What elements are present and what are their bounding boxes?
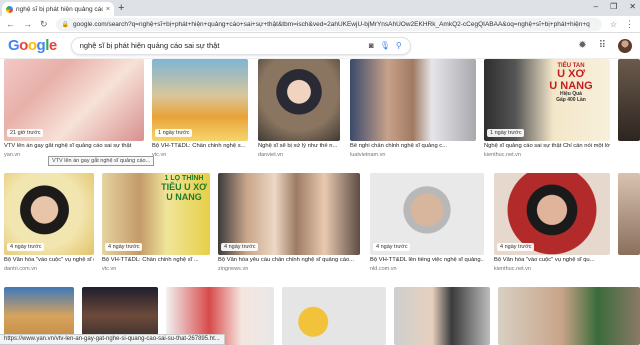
promo-text: 1 LỌ THÌNH TIÊU U XƠ U NANG: [161, 175, 207, 202]
reload-icon[interactable]: ↻: [40, 19, 48, 30]
back-icon[interactable]: ←: [6, 19, 15, 29]
result-source[interactable]: zingnews.vn: [218, 266, 248, 272]
result-caption[interactable]: Nghệ sĩ quảng cáo sai sự thật Chỉ cần nó…: [484, 143, 610, 149]
result-thumbnail[interactable]: [350, 59, 476, 141]
lock-icon[interactable]: 🔒: [62, 21, 69, 28]
apps-grid-icon[interactable]: ⠿: [599, 40, 606, 51]
result-thumbnail[interactable]: [498, 287, 640, 345]
time-badge: 4 ngày trước: [7, 243, 45, 251]
result-caption[interactable]: Bộ VH-TT&DL: Chấn chỉnh nghệ sĩ ...: [102, 257, 210, 263]
result-card[interactable]: Bễ nghi chấn chỉnh nghệ sĩ quảng c... lu…: [350, 59, 476, 165]
address-bar-row: ← → ↻ 🔒 google.com/search?q=nghệ+sĩ+bị+p…: [0, 16, 640, 33]
tooltip: VTV lên án gay gắt nghệ sĩ quảng cáo...: [48, 156, 155, 166]
window-controls: – ❐ ✕: [594, 2, 636, 11]
promo-text: TIÊU TAN U XƠ U NANG Hiệu Quả Gấp 400 Lầ…: [549, 63, 593, 103]
result-card[interactable]: 1 LỌ THÌNH TIÊU U XƠ U NANG 4 ngày trước…: [102, 173, 210, 279]
result-card[interactable]: 4 ngày trước Bộ Văn hóa yêu cầu chấn chỉ…: [218, 173, 360, 279]
microphone-icon[interactable]: 🎙: [380, 41, 390, 50]
result-card[interactable]: 1 ngày trước Bộ VH-TT&DL: Chấn chỉnh ngh…: [152, 59, 248, 165]
result-source[interactable]: vtc.vn: [152, 152, 166, 158]
time-badge: 4 ngày trước: [221, 243, 259, 251]
google-header: Google ◙ 🎙 ⚲ ✹ ⠿: [0, 33, 640, 59]
result-caption[interactable]: Bộ Văn hóa "vào cuộc" vụ nghệ sĩ qu...: [494, 257, 610, 263]
result-source[interactable]: yan.vn: [4, 152, 20, 158]
result-thumbnail[interactable]: [258, 59, 340, 141]
browser-menu-icon[interactable]: ⋮: [625, 19, 634, 30]
settings-gear-icon[interactable]: ✹: [578, 40, 586, 51]
result-card[interactable]: [282, 287, 386, 345]
time-badge: 4 ngày trước: [105, 243, 143, 251]
url-text[interactable]: google.com/search?q=nghệ+sĩ+bị+phát+hiện…: [73, 21, 590, 28]
result-caption[interactable]: VTV lên án gay gắt nghệ sĩ quảng cáo sai…: [4, 143, 144, 149]
time-badge: 1 ngày trước: [155, 129, 193, 137]
result-source[interactable]: kienthuc.net.vn: [484, 152, 521, 158]
minimize-button[interactable]: –: [594, 2, 598, 11]
maximize-button[interactable]: ❐: [610, 2, 617, 11]
result-caption[interactable]: Bộ VH-TT&DL lên tiếng việc nghệ sĩ quảng…: [370, 257, 484, 263]
time-badge: 4 ngày trước: [497, 243, 535, 251]
result-source[interactable]: vtc.vn: [102, 266, 116, 272]
image-results-grid: 21 giờ trước VTV lên án gay gắt nghệ sĩ …: [0, 59, 640, 345]
result-card[interactable]: [618, 173, 640, 279]
omnibox[interactable]: 🔒 google.com/search?q=nghệ+sĩ+bị+phát+hi…: [55, 17, 602, 31]
time-badge: 4 ngày trước: [373, 243, 411, 251]
result-card[interactable]: [394, 287, 490, 345]
header-right: ✹ ⠿: [578, 38, 632, 53]
result-thumbnail[interactable]: [618, 59, 640, 141]
tab-close-icon[interactable]: ×: [106, 6, 110, 13]
time-badge: 1 ngày trước: [487, 129, 525, 137]
result-card[interactable]: 4 ngày trước Bộ Văn hóa "vào cuộc" vụ ng…: [494, 173, 610, 279]
result-caption[interactable]: Bộ Văn hóa "vào cuộc" vụ nghệ sĩ quả...: [4, 257, 94, 263]
avatar[interactable]: [618, 38, 632, 53]
result-thumbnail[interactable]: [618, 173, 640, 255]
result-card[interactable]: TIÊU TAN U XƠ U NANG Hiệu Quả Gấp 400 Lầ…: [484, 59, 610, 165]
google-logo[interactable]: Google: [8, 37, 57, 54]
forward-icon[interactable]: →: [23, 19, 32, 29]
result-source[interactable]: dantri.com.vn: [4, 266, 37, 272]
search-input[interactable]: [79, 41, 363, 50]
result-card[interactable]: [618, 59, 640, 165]
result-thumbnail[interactable]: [282, 287, 386, 345]
result-source[interactable]: kienthuc.net.vn: [494, 266, 531, 272]
result-card[interactable]: Nghệ sĩ sẽ bị xử lý như thế n... danviet…: [258, 59, 340, 165]
result-caption[interactable]: Bễ nghi chấn chỉnh nghệ sĩ quảng c...: [350, 143, 476, 149]
result-card[interactable]: [498, 287, 640, 345]
result-card[interactable]: 4 ngày trước Bộ VH-TT&DL lên tiếng việc …: [370, 173, 484, 279]
status-bar-url: https://www.yan.vn/vtv-len-an-gay-gat-ng…: [0, 334, 225, 345]
google-favicon-icon: [6, 5, 13, 13]
result-source[interactable]: nld.com.vn: [370, 266, 397, 272]
browser-tab[interactable]: nghệ sĩ bị phát hiện quảng cáo sai... ×: [2, 2, 114, 16]
result-card[interactable]: 21 giờ trước VTV lên án gay gắt nghệ sĩ …: [4, 59, 144, 165]
search-icon[interactable]: ⚲: [396, 41, 402, 50]
time-badge: 21 giờ trước: [7, 129, 44, 137]
result-source[interactable]: luatvietnam.vn: [350, 152, 385, 158]
result-caption[interactable]: Nghệ sĩ sẽ bị xử lý như thế n...: [258, 143, 340, 149]
result-source[interactable]: danviet.vn: [258, 152, 283, 158]
search-box: ◙ 🎙 ⚲: [70, 36, 411, 55]
new-tab-button[interactable]: +: [118, 2, 124, 14]
close-window-button[interactable]: ✕: [629, 2, 636, 11]
result-card[interactable]: 4 ngày trước Bộ Văn hóa "vào cuộc" vụ ng…: [4, 173, 94, 279]
result-thumbnail[interactable]: [394, 287, 490, 345]
bookmark-star-icon[interactable]: ☆: [610, 20, 617, 29]
browser-tab-strip: nghệ sĩ bị phát hiện quảng cáo sai... × …: [0, 0, 640, 16]
camera-icon[interactable]: ◙: [369, 41, 374, 50]
result-caption[interactable]: Bộ VH-TT&DL: Chấn chỉnh nghệ s...: [152, 143, 248, 149]
result-caption[interactable]: Bộ Văn hóa yêu cầu chấn chỉnh nghệ sĩ qu…: [218, 257, 360, 263]
tab-title: nghệ sĩ bị phát hiện quảng cáo sai...: [16, 5, 103, 13]
